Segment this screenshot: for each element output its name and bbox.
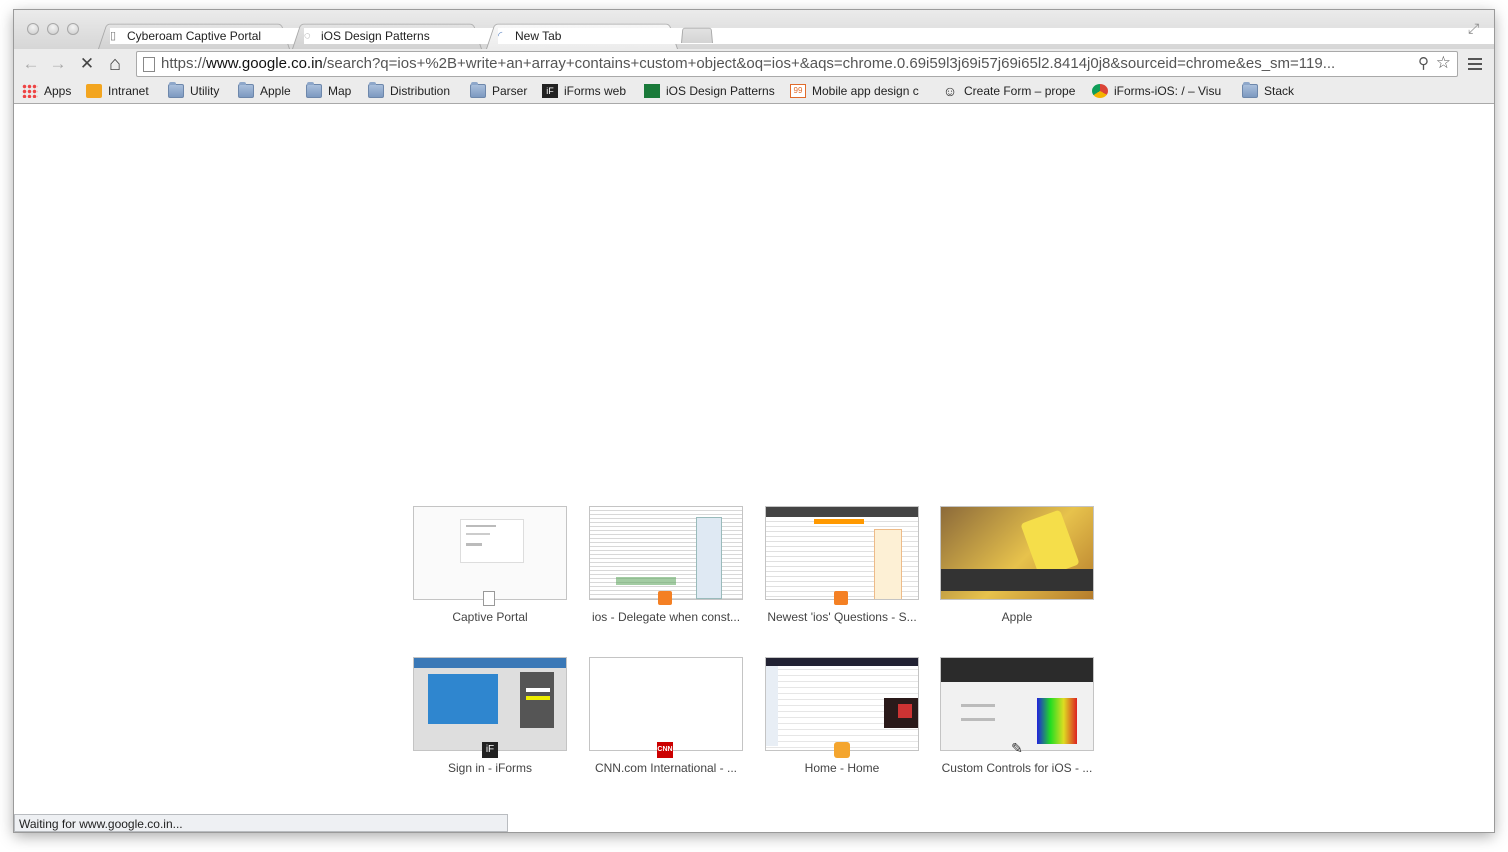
most-visited-tile[interactable] <box>589 506 743 600</box>
bookmark-apps[interactable]: Apps <box>22 82 71 100</box>
minimize-window-button[interactable] <box>47 23 59 35</box>
tile-label[interactable]: ios - Delegate when const... <box>586 610 746 624</box>
most-visited-tile[interactable] <box>413 657 567 751</box>
apps-grid-icon <box>22 84 38 98</box>
stackoverflow-icon <box>658 591 672 605</box>
folder-icon <box>306 82 322 98</box>
most-visited-tile[interactable] <box>765 657 919 751</box>
tile-label[interactable]: Custom Controls for iOS - ... <box>937 761 1097 775</box>
bookmark-parser[interactable]: Parser <box>470 82 527 100</box>
url-text[interactable]: https://www.google.co.in/search?q=ios+%2… <box>161 55 1411 72</box>
tab-cyberoam[interactable]: ▯ Cyberoam Captive Portal × <box>98 21 1494 49</box>
browser-window: ▯ Cyberoam Captive Portal × ◌ iOS Design… <box>14 10 1494 832</box>
folder-icon <box>168 82 184 98</box>
folder-icon <box>1242 82 1258 98</box>
back-button[interactable]: ← <box>20 53 42 75</box>
tile-label[interactable]: Newest 'ios' Questions - S... <box>762 610 922 624</box>
bookmark-star-icon[interactable]: ☆ <box>1436 53 1451 73</box>
bookmark-utility[interactable]: Utility <box>168 82 219 100</box>
bookmark-stack[interactable]: Stack <box>1242 82 1294 100</box>
stackoverflow-icon <box>834 591 848 605</box>
tab-ios-design-patterns[interactable]: ◌ iOS Design Patterns × <box>292 21 1494 49</box>
bookmark-iforms-ios[interactable]: iForms-iOS: / – Visu <box>1092 82 1226 100</box>
bookmark-map[interactable]: Map <box>306 82 351 100</box>
title-bar: ▯ Cyberoam Captive Portal × ◌ iOS Design… <box>14 10 1494 49</box>
bookmark-intranet[interactable]: Intranet <box>86 82 149 100</box>
new-tab-button[interactable] <box>681 27 713 43</box>
bookmark-iforms-web[interactable]: iF iForms web <box>542 82 626 100</box>
chrome-menu-icon[interactable] <box>1468 55 1482 73</box>
forward-button[interactable]: → <box>47 53 69 75</box>
smiley-icon: ☺ <box>942 83 958 99</box>
zoom-icon[interactable]: ⚲ <box>1418 54 1429 72</box>
tile-label[interactable]: Sign in - iForms <box>410 761 570 775</box>
apple-logo-icon <box>1010 590 1026 606</box>
chrome-icon <box>1092 84 1108 98</box>
bookmark-ios-design-patterns[interactable]: iOS Design Patterns <box>644 82 775 100</box>
99designs-icon: 99 <box>790 84 806 98</box>
close-window-button[interactable] <box>27 23 39 35</box>
page-icon <box>143 57 155 72</box>
loading-spinner-icon: ◜ <box>498 30 503 42</box>
folder-icon <box>470 82 486 98</box>
cocoa-controls-icon: ✎ <box>1011 740 1023 756</box>
status-bubble: Waiting for www.google.co.in... <box>14 814 508 832</box>
home-button[interactable]: ⌂ <box>104 53 126 75</box>
page-icon <box>483 591 495 606</box>
address-bar[interactable]: https://www.google.co.in/search?q=ios+%2… <box>136 51 1458 77</box>
intranet-icon <box>86 84 102 98</box>
bookmark-create-form[interactable]: ☺ Create Form – prope <box>942 82 1076 100</box>
ios-design-icon <box>644 84 660 98</box>
intranet-icon <box>834 742 850 758</box>
cnn-logo-icon: CNN <box>657 742 673 758</box>
tab-title: New Tab <box>515 29 562 43</box>
bookmark-distribution[interactable]: Distribution <box>368 82 450 100</box>
folder-icon <box>238 82 254 98</box>
tile-label[interactable]: CNN.com International - ... <box>586 761 746 775</box>
bookmarks-bar: Apps Intranet Utility Apple Map Distribu… <box>14 79 1494 104</box>
tab-new-tab[interactable]: ◜ New Tab × <box>486 21 1494 49</box>
fullscreen-icon[interactable]: ⤢ <box>1468 20 1479 37</box>
bookmark-mobile-app-design[interactable]: 99 Mobile app design c <box>790 82 926 100</box>
most-visited-tile[interactable] <box>765 506 919 600</box>
iforms-icon: iF <box>482 742 498 758</box>
tile-label[interactable]: Apple <box>937 610 1097 624</box>
iforms-icon: iF <box>542 84 558 98</box>
page-icon: ▯ <box>110 30 117 42</box>
zoom-window-button[interactable] <box>67 23 79 35</box>
tile-label[interactable]: Home - Home <box>762 761 922 775</box>
new-tab-page: Captive Portal ios - Delegate when const… <box>14 104 1494 832</box>
stop-button[interactable]: ✕ <box>76 53 98 75</box>
toolbar: ← → ✕ ⌂ https://www.google.co.in/search?… <box>14 49 1494 79</box>
tile-label[interactable]: Captive Portal <box>410 610 570 624</box>
most-visited-tile[interactable] <box>413 506 567 600</box>
most-visited-tile[interactable] <box>940 657 1094 751</box>
folder-icon <box>368 82 384 98</box>
bookmark-apple[interactable]: Apple <box>238 82 291 100</box>
most-visited-tile[interactable] <box>589 657 743 751</box>
most-visited-tile[interactable] <box>940 506 1094 600</box>
loading-spinner-icon: ◌ <box>304 30 311 42</box>
